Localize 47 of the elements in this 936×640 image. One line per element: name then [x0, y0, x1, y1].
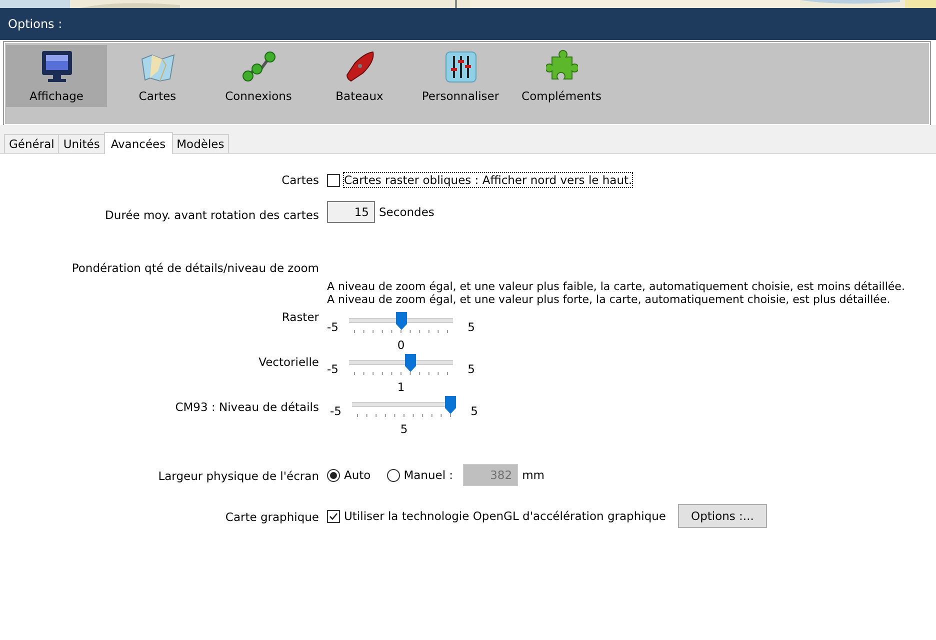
slider-max-label: 5 [466, 319, 475, 334]
tab[interactable]: Modèles [172, 134, 230, 153]
note-text: A niveau de zoom égal, et une valeur plus faible, la carte, automatiquement choisie, est moins détaillée. [327, 280, 906, 293]
unit-label: Secondes [379, 205, 434, 219]
category-button[interactable]: Cartes [107, 45, 208, 107]
slider-min-label: -5 [327, 319, 340, 334]
category-button[interactable]: Compléments [511, 45, 612, 107]
equalizer-icon [444, 51, 476, 83]
setting-label: Largeur physique de l'écran [157, 469, 319, 485]
category-button[interactable]: Bateaux [309, 45, 410, 107]
slider-thumb[interactable] [396, 312, 406, 330]
unit-label: mm [522, 468, 544, 482]
slider-value: 5 [399, 421, 409, 436]
checkbox-label[interactable]: Cartes raster obliques : Afficher nord vers le haut. [344, 173, 632, 187]
slider-value: 0 [396, 337, 406, 352]
slider-min-label: -5 [330, 403, 342, 418]
radio-button[interactable] [386, 468, 400, 482]
slider-max-label: 5 [470, 403, 478, 418]
radio-label[interactable]: Manuel : [404, 468, 454, 482]
checkbox[interactable] [327, 510, 340, 522]
radio-label[interactable]: Auto [344, 468, 371, 482]
checkbox[interactable] [327, 174, 340, 186]
slider-value: 1 [396, 379, 406, 394]
category-button[interactable]: Personnaliser [410, 45, 511, 107]
monitor-icon [40, 49, 74, 83]
radio-button[interactable] [327, 468, 340, 482]
setting-label: Vectorielle [258, 355, 319, 371]
setting-label: Carte graphique [224, 510, 319, 526]
tab[interactable]: Général [4, 134, 60, 153]
options-button[interactable]: Options :... [678, 504, 767, 528]
seconds-field[interactable]: 15 [327, 201, 375, 223]
slider-min-label: -5 [327, 361, 340, 376]
setting-label: Pondération qté de détails/niveau de zoom [70, 261, 319, 275]
setting-label: Raster [280, 310, 319, 326]
category-button[interactable]: Connexions [208, 45, 309, 107]
slider-thumb[interactable] [445, 396, 456, 414]
tab[interactable]: Avancées [104, 132, 173, 154]
slider-thumb[interactable] [404, 354, 416, 372]
note-text: A niveau de zoom égal, et une valeur plus forte, la carte, automatiquement choisie, est plus détaillée. [327, 293, 892, 306]
setting-label: Cartes [280, 173, 319, 187]
setting-label: Durée moy. avant rotation des cartes [104, 208, 319, 223]
window-title: Options : [8, 17, 62, 31]
connection-icon [240, 49, 276, 83]
checkbox-label[interactable]: Utiliser la technologie OpenGL d'accélération graphique [344, 509, 666, 523]
category-button[interactable]: Affichage [6, 45, 107, 107]
setting-label: CM93 : Niveau de détails [174, 400, 319, 416]
slider-max-label: 5 [466, 361, 475, 376]
